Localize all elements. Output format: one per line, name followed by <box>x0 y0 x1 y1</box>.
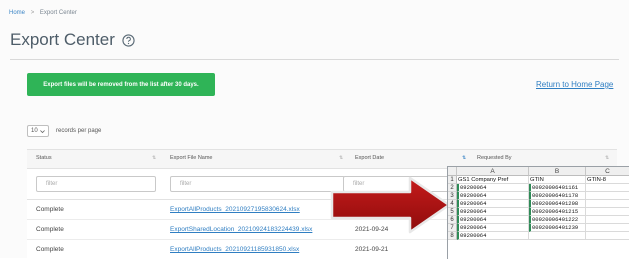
sort-icon[interactable]: ⇅ <box>152 155 156 161</box>
spreadsheet-preview: A B C 1 GS1 Company Pref GTIN GTIN-8 2 092000… <box>447 166 629 259</box>
sheet-row-number: 3 <box>448 192 457 200</box>
breadcrumb-current: Export Center <box>39 10 77 16</box>
sheet-cell: 09200064 <box>457 216 529 224</box>
sheet-cell: 00920006401178 <box>529 192 586 200</box>
per-page-select[interactable]: 10 <box>27 125 49 137</box>
sheet-cell: 00920006401161 <box>529 184 586 192</box>
sheet-row-number: 8 <box>448 232 457 240</box>
column-header-file-name[interactable]: Export File Name <box>170 155 213 161</box>
sheet-cell <box>586 224 629 232</box>
retention-notice-banner: Export files will be removed from the li… <box>27 73 215 96</box>
sheet-cell: 00920006401222 <box>529 216 586 224</box>
sheet-cell: 00920006401215 <box>529 208 586 216</box>
sheet-corner <box>448 167 457 176</box>
per-page-label: records per page <box>56 128 102 134</box>
sheet-cell <box>529 232 586 240</box>
status-cell: Complete <box>36 206 64 213</box>
sheet-column-header: B <box>529 167 586 176</box>
sheet-column-header: A <box>457 167 529 176</box>
sheet-cell: 09200064 <box>457 232 529 240</box>
breadcrumb-home-link[interactable]: Home <box>9 10 25 16</box>
column-header-export-date[interactable]: Export Date <box>355 155 384 161</box>
sheet-row-number: 2 <box>448 184 457 192</box>
return-home-link[interactable]: Return to Home Page <box>536 80 613 89</box>
column-header-status[interactable]: Status <box>36 155 52 161</box>
red-arrow-icon <box>330 176 451 234</box>
sheet-cell: 09200064 <box>457 200 529 208</box>
file-name-link[interactable]: ExportSharedLocation_20210924183224439.x… <box>170 226 312 233</box>
sort-icon[interactable]: ⇅ <box>605 155 609 161</box>
sheet-cell: GTIN-8 <box>586 176 629 184</box>
sheet-cell <box>586 192 629 200</box>
sheet-cell <box>586 232 629 240</box>
sheet-cell <box>586 208 629 216</box>
sort-icon[interactable]: ⇅ <box>339 155 343 161</box>
chevron-down-icon <box>40 129 45 133</box>
file-name-link[interactable]: ExportAllProducts_20210921185931850.xlsx <box>170 246 299 253</box>
sheet-cell <box>586 216 629 224</box>
sheet-cell: 09200064 <box>457 192 529 200</box>
column-header-requested-by[interactable]: Requested By <box>477 155 512 161</box>
sheet-cell: 09200064 <box>457 208 529 216</box>
sheet-row-number: 4 <box>448 200 457 208</box>
sheet-row-number: 1 <box>448 176 457 184</box>
page-title: Export Center <box>10 30 135 50</box>
sheet-row-number: 7 <box>448 224 457 232</box>
page-title-text: Export Center <box>10 30 115 49</box>
title-divider <box>10 59 619 60</box>
records-per-page: 10 records per page <box>27 125 101 137</box>
retention-notice-text: Export files will be removed from the li… <box>43 81 199 88</box>
sheet-cell: 00920006401208 <box>529 200 586 208</box>
breadcrumb: Home > Export Center <box>9 10 77 16</box>
file-name-filter-input[interactable]: filter <box>170 176 345 192</box>
breadcrumb-separator: > <box>30 10 35 16</box>
sheet-cell <box>586 184 629 192</box>
question-circle-icon[interactable] <box>122 33 135 47</box>
export-date-cell: 2021-09-21 <box>355 246 389 253</box>
sheet-column-header: C <box>586 167 629 176</box>
sheet-cell: 00920006401239 <box>529 224 586 232</box>
status-cell: Complete <box>36 226 64 233</box>
sheet-cell: 09200064 <box>457 184 529 192</box>
sheet-row-number: 6 <box>448 216 457 224</box>
sheet-cell: GS1 Company Pref <box>457 176 529 184</box>
sheet-cell <box>586 200 629 208</box>
per-page-value: 10 <box>31 128 38 134</box>
sheet-cell: GTIN <box>529 176 586 184</box>
sort-descending-icon[interactable]: ⇅ <box>462 155 466 161</box>
status-cell: Complete <box>36 246 64 253</box>
file-name-link[interactable]: ExportAllProducts_20210927195830624.xlsx <box>170 206 300 213</box>
status-filter-input[interactable]: filter <box>36 176 156 192</box>
sheet-cell: 09200064 <box>457 224 529 232</box>
sheet-row-number: 5 <box>448 208 457 216</box>
